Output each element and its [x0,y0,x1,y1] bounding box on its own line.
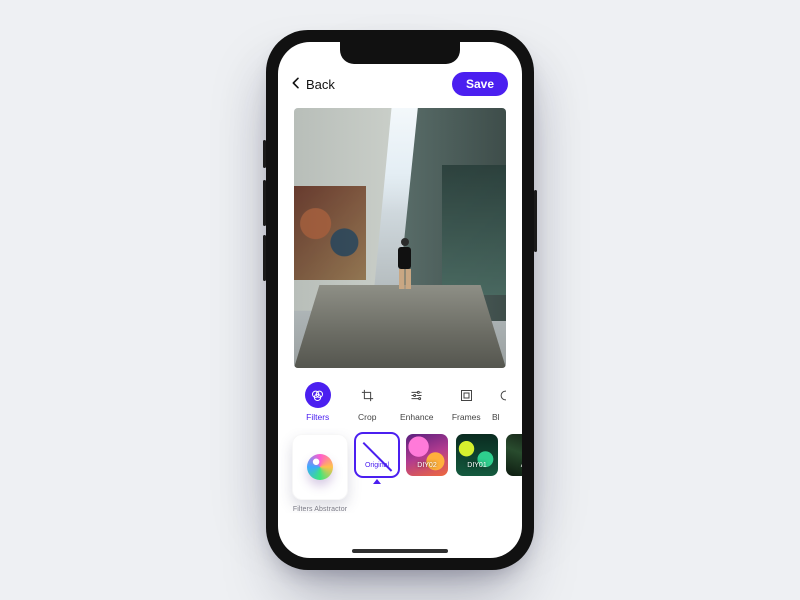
save-button[interactable]: Save [452,72,508,96]
volume-down [263,235,266,281]
feature-card[interactable]: Filters Abstractor [292,434,348,513]
screen: Back Save Filter [278,42,522,558]
filter-label: Au1 [506,462,522,469]
sliders-icon [404,382,430,408]
volume-up [263,180,266,226]
tab-label: Frames [452,412,481,422]
photo-canvas[interactable] [294,108,506,368]
selected-caret-icon [373,479,381,484]
blur-icon [492,382,506,408]
filter-au1[interactable]: Au1 [506,434,522,484]
crop-icon [354,382,380,408]
filter-diy02[interactable]: DIY02 [406,434,448,484]
tab-blur[interactable]: Bl [492,382,506,422]
tab-filters[interactable]: Filters [294,382,342,422]
phone-frame: Back Save Filter [266,30,534,570]
filter-original[interactable]: Original [356,434,398,484]
filters-carousel[interactable]: Filters Abstractor Original DIY02 DIY01 [278,428,522,513]
tab-label: Bl [492,412,500,422]
tab-enhance[interactable]: Enhance [393,382,441,422]
mute-switch [263,140,266,168]
power-button [534,190,537,252]
tool-tabs: Filters Crop Enhance [278,368,522,428]
back-label: Back [306,77,335,92]
filters-icon [305,382,331,408]
filter-label: DIY01 [456,462,498,469]
home-indicator[interactable] [352,549,448,553]
filter-diy01[interactable]: DIY01 [456,434,498,484]
tab-label: Enhance [400,412,434,422]
back-button[interactable]: Back [288,75,335,94]
chevron-left-icon [288,75,304,94]
tab-label: Filters [306,412,329,422]
subject-person [396,238,414,292]
frame-icon [453,382,479,408]
filter-label: DIY02 [406,462,448,469]
filter-label: Original [356,462,398,469]
notch [340,42,460,64]
abstractor-icon [307,454,333,480]
tab-label: Crop [358,412,376,422]
feature-caption: Filters Abstractor [293,506,347,513]
tab-frames[interactable]: Frames [443,382,491,422]
tab-crop[interactable]: Crop [344,382,392,422]
